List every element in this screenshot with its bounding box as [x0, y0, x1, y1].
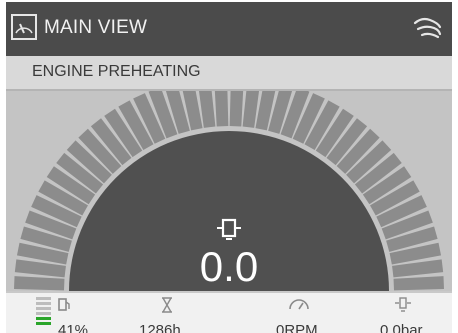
page-title: MAIN VIEW	[44, 17, 148, 38]
gauge-segment	[214, 91, 229, 127]
engine-icon[interactable]	[412, 15, 442, 41]
engine-status-text: ENGINE PREHEATING	[32, 63, 201, 80]
status-bar: ENGINE PREHEATING	[6, 56, 452, 91]
pressure-item: 0.0bar	[380, 293, 450, 333]
fuel-value: 41%	[58, 322, 89, 333]
gauge-view-icon[interactable]	[11, 14, 37, 40]
pressure-value: 0.0bar	[380, 322, 423, 333]
gauge-segment	[14, 276, 65, 291]
fuel-level-bars	[36, 297, 51, 325]
title-bar: MAIN VIEW	[6, 2, 452, 56]
pressure-gauge: 0.0	[14, 91, 444, 291]
rpm-item: 0RPM	[276, 293, 346, 333]
gauge-segment	[393, 276, 444, 291]
main-view-screen: MAIN VIEW ENGINE PREHEATING 0.0 41% 1286…	[6, 2, 452, 333]
bottom-info-bar: 41% 1286h 0RPM 0.0bar	[6, 291, 452, 333]
gauge-segment	[229, 91, 244, 127]
rpm-value: 0RPM	[276, 322, 318, 333]
engine-hours-value: 1286h	[139, 322, 181, 333]
hourglass-icon	[162, 297, 172, 313]
fuel-level-item: 41%	[36, 293, 96, 333]
fuel-icon	[58, 298, 70, 311]
pressure-sensor-icon	[395, 297, 411, 312]
gauge-value: 0.0	[200, 243, 258, 290]
tachometer-icon	[289, 299, 309, 310]
engine-hours-item: 1286h	[139, 293, 199, 333]
